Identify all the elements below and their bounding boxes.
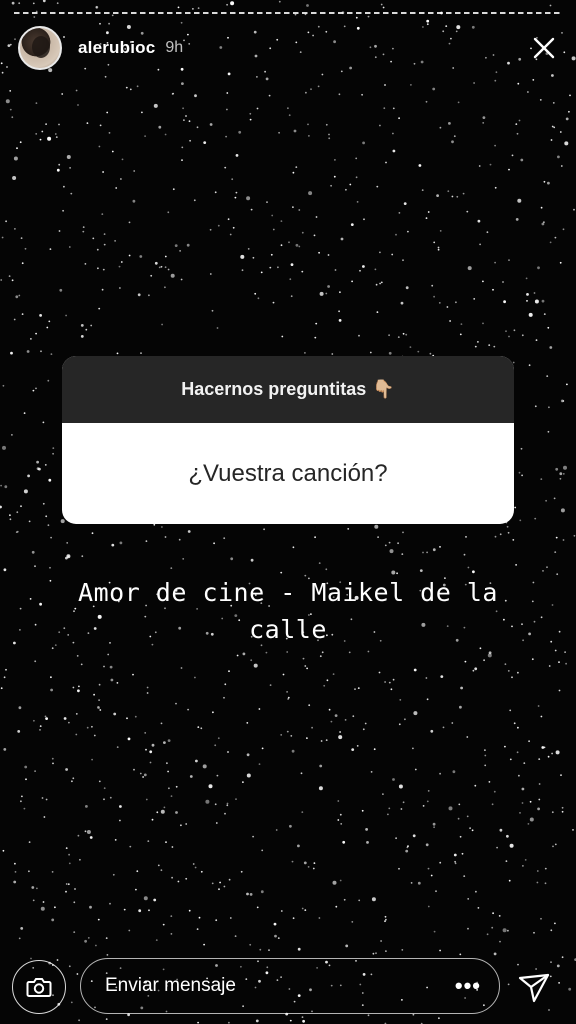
- camera-icon[interactable]: [12, 960, 66, 1014]
- avatar[interactable]: [18, 26, 62, 70]
- question-sticker[interactable]: Hacernos preguntitas 👇🏼 ¿Vuestra canción…: [62, 356, 514, 524]
- story-header: alerubioc 9h: [18, 26, 558, 70]
- answer-text: Amor de cine - Maikel de la calle: [30, 574, 546, 648]
- reply-bar: Enviar mensaje •••: [0, 954, 576, 1016]
- answer-line-1: Amor de cine - Maikel de la: [78, 578, 498, 607]
- message-placeholder: Enviar mensaje: [105, 975, 236, 996]
- username[interactable]: alerubioc: [78, 38, 155, 58]
- question-sticker-question: ¿Vuestra canción?: [188, 459, 388, 487]
- pointing-down-icon: 👇🏼: [372, 379, 395, 399]
- story-progress-bar: [14, 12, 562, 14]
- question-sticker-title: Hacernos preguntitas: [181, 379, 367, 399]
- question-sticker-header: Hacernos preguntitas 👇🏼: [62, 356, 514, 423]
- answer-line-2: calle: [249, 615, 327, 644]
- time-ago: 9h: [165, 39, 184, 56]
- close-icon[interactable]: [530, 34, 558, 62]
- more-icon[interactable]: •••: [455, 975, 481, 997]
- send-icon[interactable]: [516, 970, 552, 1006]
- message-input[interactable]: Enviar mensaje •••: [80, 958, 500, 1014]
